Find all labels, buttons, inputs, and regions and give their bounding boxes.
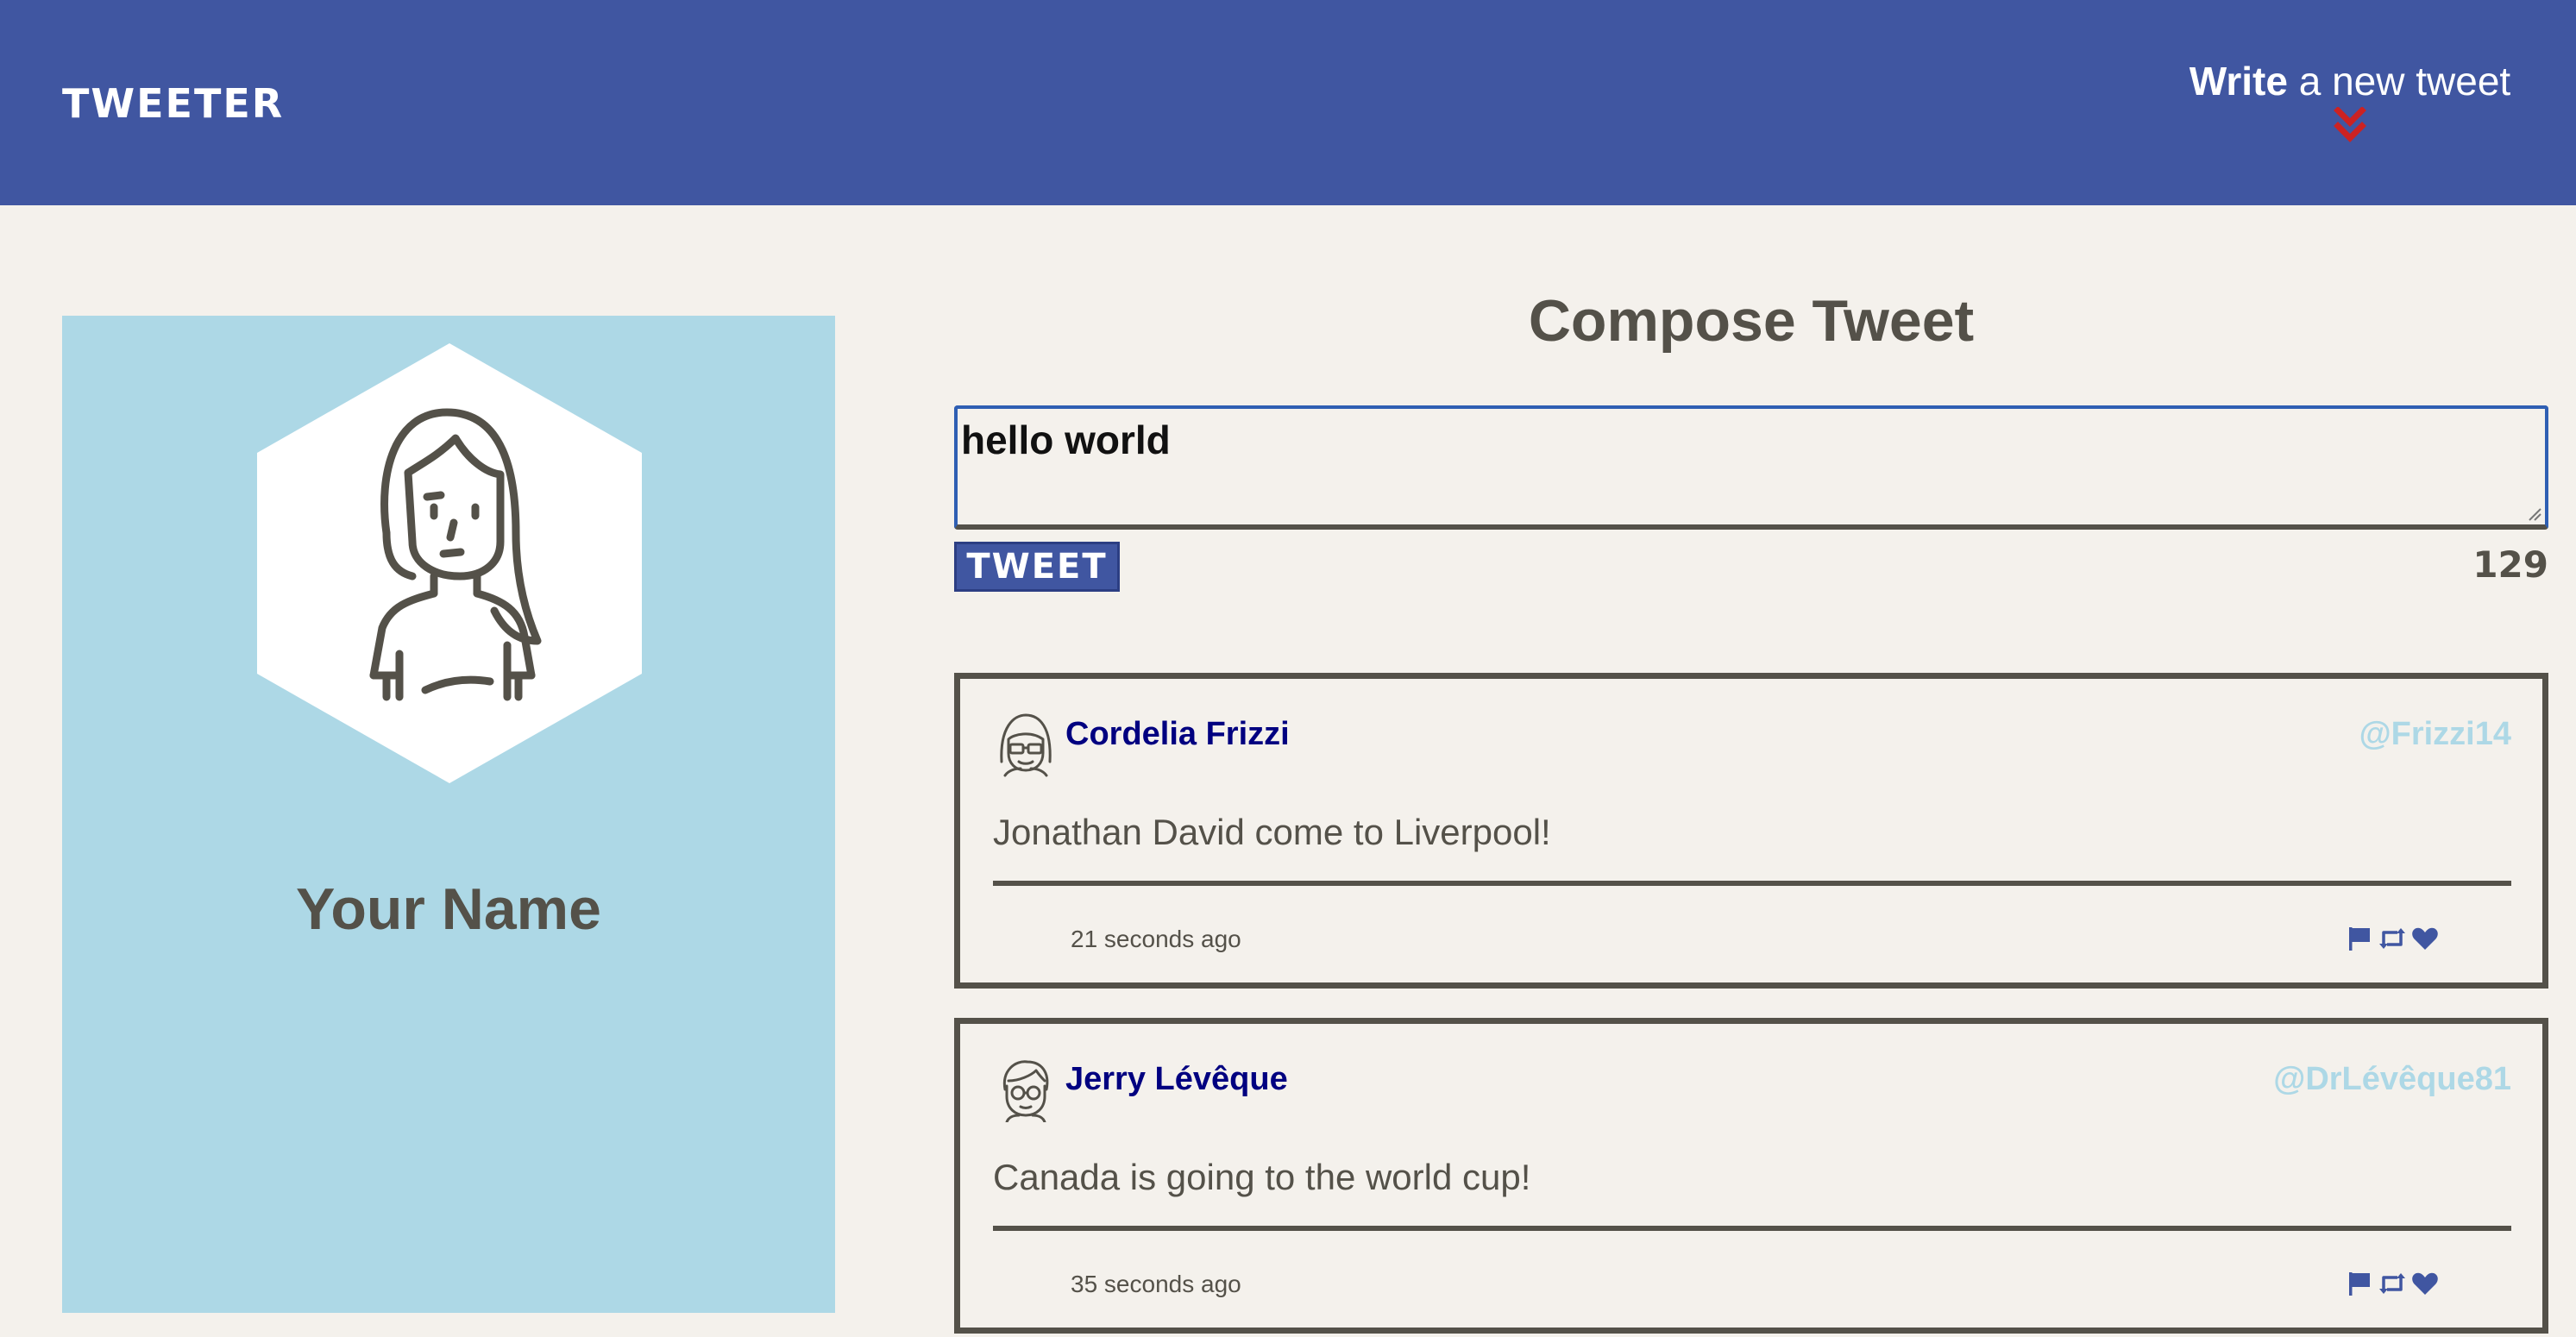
profile-name: Your Name [296, 876, 601, 942]
tweet-divider [993, 881, 2511, 886]
tweet-divider [993, 1226, 2511, 1231]
tweet-author-handle: @DrLévêque81 [2273, 1061, 2511, 1097]
tweet-content: Canada is going to the world cup! [993, 1157, 1531, 1197]
brand-logo[interactable]: TWEETER [62, 79, 284, 128]
profile-card: Your Name [62, 316, 835, 1313]
heart-icon[interactable] [2411, 1270, 2439, 1297]
tweet-author-name: Jerry Lévêque [1065, 1061, 1288, 1097]
resize-grip-icon[interactable] [2526, 505, 2541, 521]
character-counter: 129 [2472, 543, 2548, 586]
tweet-author-handle: @Frizzi14 [2359, 716, 2511, 752]
tweet-actions [2346, 1269, 2439, 1298]
tweet-submit-button[interactable]: TWEET [954, 542, 1120, 592]
avatar-glasses-icon [1000, 713, 1052, 777]
double-chevron-down-icon[interactable] [2333, 107, 2367, 145]
retweet-icon[interactable] [2378, 1270, 2406, 1297]
tweet-article: Cordelia Frizzi @Frizzi14 Jonathan David… [954, 673, 2548, 989]
heart-icon[interactable] [2411, 925, 2439, 952]
tweet-timestamp: 21 seconds ago [1071, 926, 1241, 952]
write-new-tweet-toggle[interactable]: Write a new tweet [2186, 57, 2514, 145]
tweet-article: Jerry Lévêque @DrLévêque81 Canada is goi… [954, 1018, 2548, 1334]
tweet-timestamp: 35 seconds ago [1071, 1271, 1241, 1297]
write-rest-text: a new tweet [2287, 59, 2511, 104]
top-nav: TWEETER Write a new tweet [0, 0, 2576, 205]
flag-icon[interactable] [2346, 925, 2373, 952]
tweet-author-name: Cordelia Frizzi [1065, 716, 1290, 752]
write-new-tweet-label[interactable]: Write a new tweet [2186, 57, 2514, 105]
woman-avatar-icon [257, 343, 642, 783]
write-bold-text: Write [2189, 59, 2288, 104]
tweet-content: Jonathan David come to Liverpool! [993, 812, 1551, 852]
compose-title: Compose Tweet [1528, 288, 1975, 354]
avatar-man-glasses-icon [1002, 1060, 1049, 1122]
tweet-textarea[interactable]: hello world [954, 405, 2548, 530]
tweet-textarea-value[interactable]: hello world [961, 414, 2541, 466]
tweet-actions [2346, 924, 2439, 953]
flag-icon[interactable] [2346, 1270, 2373, 1297]
retweet-icon[interactable] [2378, 925, 2406, 952]
